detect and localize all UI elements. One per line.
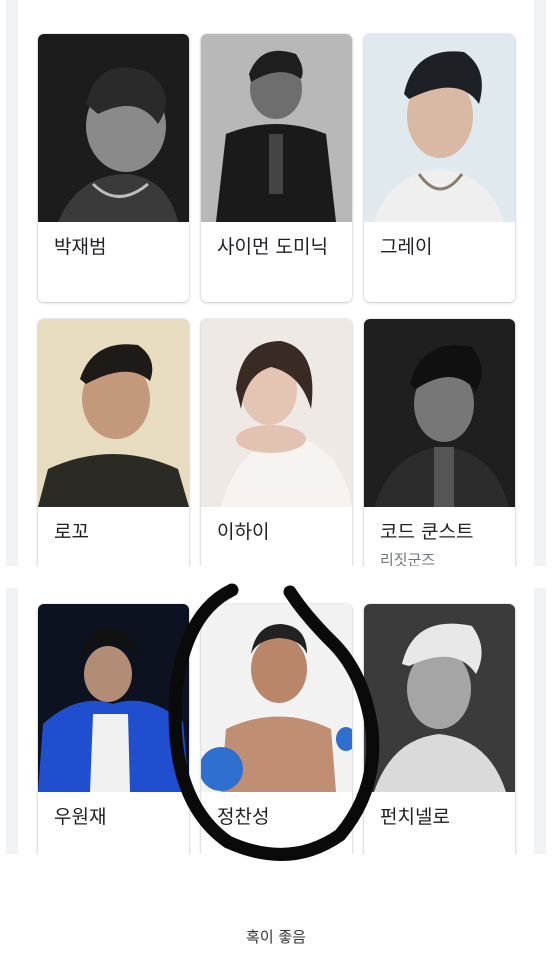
artist-name: 정찬성 (217, 806, 270, 828)
artist-name: 로꼬 (54, 521, 89, 543)
artist-name: 펀치넬로 (380, 806, 450, 828)
search-results-panel-top: 박재범 사이먼 도미닉 그레이 로꼬 이하이 코드 쿤스트 리짓군즈 (6, 0, 546, 566)
search-results-panel-bottom: 우원재 정찬성 펀치넬로 (6, 588, 546, 854)
caption-text: 혹이 좋음 (246, 928, 306, 946)
artist-name: 이하이 (217, 521, 270, 543)
artist-card-7[interactable]: 우원재 (38, 604, 189, 854)
artist-card-9[interactable]: 펀치넬로 (364, 604, 515, 854)
artist-name: 코드 쿤스트 (380, 521, 474, 543)
artist-card-8[interactable]: 정찬성 (201, 604, 352, 854)
artist-photo-5 (201, 319, 352, 507)
artist-photo-3 (364, 34, 515, 222)
artist-photo-2 (201, 34, 352, 222)
artist-photo-9 (364, 604, 515, 792)
artist-name: 사이먼 도미닉 (217, 236, 328, 258)
artist-card-6[interactable]: 코드 쿤스트 리짓군즈 (364, 319, 515, 566)
artist-name: 박재범 (54, 236, 107, 258)
artist-photo-6 (364, 319, 515, 507)
artist-photo-4 (38, 319, 189, 507)
artist-card-2[interactable]: 사이먼 도미닉 (201, 34, 352, 302)
artist-photo-8 (201, 604, 352, 792)
artist-card-1[interactable]: 박재범 (38, 34, 189, 302)
artist-name: 그레이 (380, 236, 433, 258)
artist-name: 우원재 (54, 806, 107, 828)
results-grid-bottom: 우원재 정찬성 펀치넬로 (18, 588, 534, 854)
artist-card-4[interactable]: 로꼬 (38, 319, 189, 566)
artist-card-5[interactable]: 이하이 (201, 319, 352, 566)
artist-photo-7 (38, 604, 189, 792)
artist-card-3[interactable]: 그레이 (364, 34, 515, 302)
artist-subtitle: 리짓군즈 (380, 551, 436, 566)
artist-photo-1 (38, 34, 189, 222)
results-grid-top: 박재범 사이먼 도미닉 그레이 로꼬 이하이 코드 쿤스트 리짓군즈 (18, 0, 534, 566)
